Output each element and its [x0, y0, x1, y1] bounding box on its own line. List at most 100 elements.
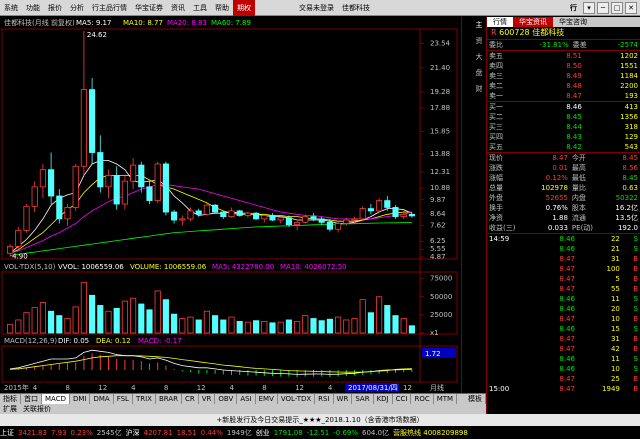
- vtab-finance[interactable]: 财: [464, 85, 484, 92]
- vtab-market[interactable]: 盘: [464, 69, 484, 76]
- indicator-tab[interactable]: RSI: [315, 393, 334, 405]
- indicator-tab[interactable]: TRIX: [133, 393, 156, 405]
- trade-button[interactable]: 期权: [233, 0, 255, 16]
- tick-table: 14:59 8.46 22 S 8.46 21 S 8.47 31 B 8.47 100 B 8.47 5 B…: [487, 234, 640, 394]
- indicator-tab[interactable]: MACD: [42, 393, 70, 405]
- stat-label: 现价: [489, 154, 503, 162]
- sell-row[interactable]: 卖二 8.48 2200: [487, 81, 640, 91]
- menu-item-system[interactable]: 系统: [0, 0, 22, 16]
- indicator-tab[interactable]: 首口: [21, 393, 42, 405]
- template-tab[interactable]: 模板: [465, 393, 486, 405]
- tab-consult[interactable]: 华宝咨询: [553, 17, 593, 27]
- volume-bar: [105, 310, 112, 334]
- tick-price: 8.47: [559, 285, 575, 293]
- candle-body: [212, 204, 219, 213]
- maximize-icon[interactable]: □: [611, 1, 623, 14]
- stat-label: 收益(三): [489, 224, 516, 232]
- kline-chart[interactable]: 佳都科技(月线 前复权) MA5: 9.17 MA10: 8.77 MA20: …: [0, 17, 460, 393]
- candle-body: [294, 221, 301, 226]
- tick-time: [487, 274, 537, 284]
- indicator-tab[interactable]: DMI: [70, 393, 91, 405]
- indicator-tab[interactable]: EMV: [256, 393, 278, 405]
- tick-direction: S: [633, 295, 638, 303]
- sell-row[interactable]: 卖四 8.50 1551: [487, 61, 640, 71]
- close-icon[interactable]: ✕: [625, 1, 637, 14]
- volume-bar: [392, 315, 399, 334]
- vtab-main[interactable]: 主: [464, 21, 484, 28]
- volume-bar: [212, 315, 219, 334]
- tick-volume: 20: [610, 305, 620, 313]
- volume-bar: [23, 312, 30, 334]
- ticker-text[interactable]: +新股发行及今日交易提示_★★★_2018.1.10（含香港市场数据）: [216, 416, 423, 424]
- candle-body: [277, 217, 284, 221]
- menu-item-market[interactable]: 行主品行情: [88, 0, 131, 16]
- candle-body: [113, 175, 120, 205]
- indicator-tab[interactable]: WR: [334, 393, 353, 405]
- menu-item-quote[interactable]: 报价: [44, 0, 66, 16]
- tick-direction: B: [633, 255, 638, 263]
- news-ticker[interactable]: +新股发行及今日交易提示_★★★_2018.1.10（含香港市场数据）: [0, 414, 640, 426]
- vtab-big[interactable]: 大: [464, 53, 484, 60]
- y-tick-label: 21.40: [430, 64, 450, 72]
- tab-news[interactable]: 华宝资讯: [513, 17, 553, 27]
- tick-volume: 25: [610, 375, 620, 383]
- menu-item-function[interactable]: 功能: [22, 0, 44, 16]
- indicator-tab[interactable]: CR: [182, 393, 199, 405]
- cy-label[interactable]: 创业: [256, 428, 270, 438]
- indicator-tab[interactable]: ASI: [237, 393, 256, 405]
- y-tick-label: 4.87: [430, 253, 446, 261]
- buy-row[interactable]: 买一 8.46 413: [487, 102, 640, 112]
- vtab-fund[interactable]: 资: [464, 37, 484, 44]
- menu-item-tools[interactable]: 工具: [189, 0, 211, 16]
- tick-direction: S: [633, 355, 638, 363]
- x-tick-label: 4: [33, 384, 38, 392]
- menu-item-news[interactable]: 资讯: [167, 0, 189, 16]
- dropdown-icon[interactable]: ▾: [583, 1, 595, 14]
- indicator-tab[interactable]: 指标: [0, 393, 21, 405]
- menu-item-analysis[interactable]: 分析: [66, 0, 88, 16]
- tab-expand[interactable]: 扩展: [0, 404, 20, 414]
- tab-quote[interactable]: 行情: [487, 17, 513, 27]
- hotline-text: 营服热线 4008209898: [393, 428, 468, 437]
- buy-row[interactable]: 买三 8.44 318: [487, 122, 640, 132]
- tick-direction: S: [633, 365, 638, 373]
- menu-item-help[interactable]: 帮助: [211, 0, 233, 16]
- volume-bar: [80, 281, 87, 334]
- sz-label[interactable]: 沪深: [126, 428, 140, 438]
- candle-body: [15, 229, 22, 247]
- indicator-tab[interactable]: BRAR: [156, 393, 182, 405]
- tab-related[interactable]: 关联报价: [20, 404, 54, 414]
- chart-area[interactable]: 佳都科技(月线 前复权) MA5: 9.17 MA10: 8.77 MA20: …: [0, 17, 460, 393]
- sell-row[interactable]: 卖一 8.47 193: [487, 91, 640, 101]
- buy-volume: 413: [624, 103, 638, 111]
- y-tick-label: 9.87: [430, 196, 446, 204]
- vol-tick-label: x1: [430, 329, 439, 337]
- volume-bar: [236, 320, 243, 334]
- indicator-tab[interactable]: VOL-TDX: [278, 393, 316, 405]
- indicator-tab[interactable]: ROC: [411, 393, 434, 405]
- indicator-tab[interactable]: DMA: [90, 393, 114, 405]
- indicator-tab[interactable]: KDJ: [374, 393, 393, 405]
- indicator-tab[interactable]: OBV: [215, 393, 238, 405]
- indicator-tab[interactable]: FSL: [114, 393, 133, 405]
- volume-bar: [203, 310, 210, 334]
- sell-row[interactable]: 卖五 8.51 1202: [487, 51, 640, 61]
- indicator-tab[interactable]: MTM: [434, 393, 458, 405]
- sh-label[interactable]: 上证: [0, 428, 14, 438]
- trade-icon[interactable]: 行: [566, 0, 581, 16]
- cy-amount: 604.0亿: [362, 428, 390, 437]
- sell-row[interactable]: 卖三 8.49 1184: [487, 71, 640, 81]
- indicator-tab[interactable]: VR: [199, 393, 216, 405]
- buy-row[interactable]: 买二 8.45 1356: [487, 112, 640, 122]
- buy-row[interactable]: 买五 8.42 543: [487, 142, 640, 152]
- candle-body: [72, 165, 79, 208]
- menu-item-broker[interactable]: 华宝证券: [131, 0, 167, 16]
- minimize-icon[interactable]: ─: [597, 1, 609, 14]
- bottom-tabs: 扩展 关联报价: [0, 404, 486, 414]
- stat-label: 总量: [489, 184, 503, 192]
- login-status[interactable]: 交易未登录: [295, 0, 338, 16]
- indicator-tab[interactable]: CCI: [393, 393, 412, 405]
- x-tick-label: 8: [66, 384, 70, 392]
- indicator-tab[interactable]: SAR: [352, 393, 374, 405]
- buy-row[interactable]: 买四 8.43 129: [487, 132, 640, 142]
